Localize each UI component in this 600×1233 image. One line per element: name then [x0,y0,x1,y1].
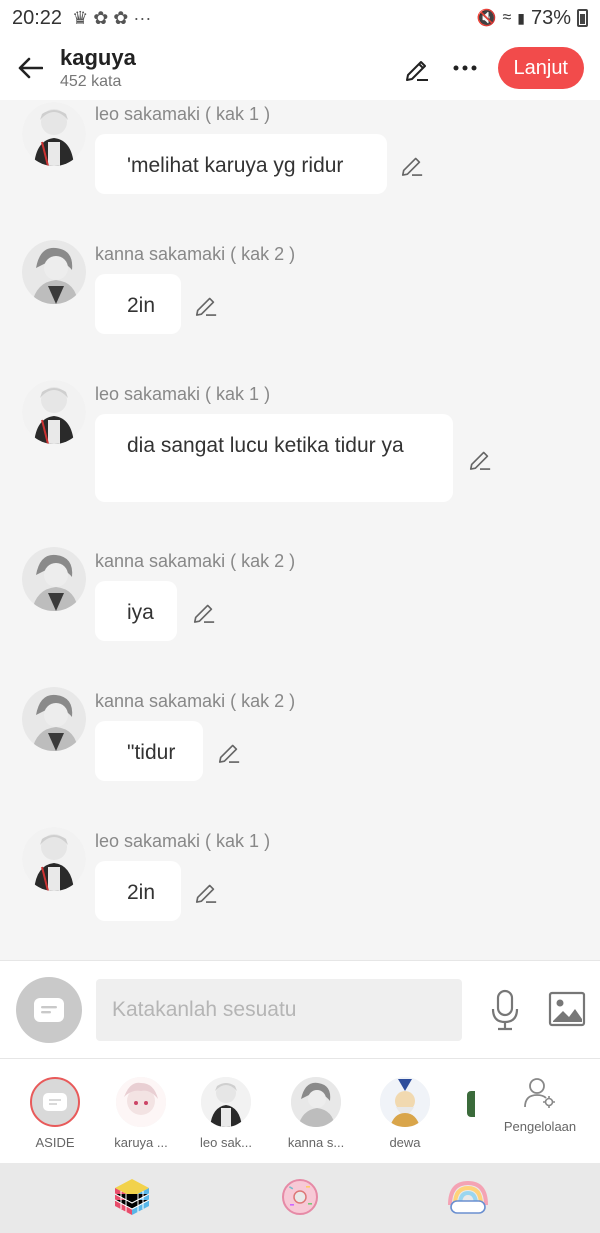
chat-area[interactable]: leo sakamaki ( kak 1 ) 'melihat karuya y… [0,100,600,960]
message-bubble[interactable]: "tidur [95,721,203,781]
character-dewa[interactable]: dewa [365,1077,445,1150]
battery-percent: 73% [530,6,571,29]
sender-name: kanna sakamaki ( kak 2 ) [95,551,296,571]
edit-pencil-icon[interactable] [402,53,432,83]
message-input[interactable] [96,979,462,1041]
mute-icon: 🔇 [476,10,497,27]
avatar-kanna[interactable] [22,687,86,751]
character-kanna[interactable]: kanna s... [276,1077,356,1150]
character-name: ASIDE [35,1135,75,1150]
sender-name: leo sakamaki ( kak 1 ) [95,831,271,851]
message-bubble[interactable]: 'melihat karuya yg ridur [95,134,387,194]
edit-message-icon[interactable] [194,879,220,905]
avatar-dewa [380,1077,430,1127]
notification-icons: ♛ ✿ ✿ ··· [72,7,152,28]
composer [0,960,600,1058]
wifi-icon: ≈ [502,9,512,26]
avatar-leo[interactable] [22,380,86,444]
more-options-icon[interactable] [450,53,480,83]
aside-icon [30,1077,80,1127]
character-name: kanna s... [287,1135,345,1150]
message-bubble[interactable]: iya [95,581,177,641]
sender-name: kanna sakamaki ( kak 2 ) [95,691,296,711]
edit-message-icon[interactable] [217,739,243,765]
signal-icon: ▮ [517,9,525,26]
character-name: leo sak... [199,1135,253,1150]
sender-name: kanna sakamaki ( kak 2 ) [95,244,296,264]
message-bubble[interactable]: dia sangat lucu ketika tidur ya [95,414,453,502]
manage-label: Pengelolaan [503,1119,577,1134]
message-bubble[interactable]: 2in [95,274,181,334]
sticker-bar [0,1163,600,1233]
character-aside[interactable]: ASIDE [15,1077,95,1150]
character-leo[interactable]: leo sak... [186,1077,266,1150]
next-button[interactable]: Lanjut [497,47,584,89]
image-upload-icon[interactable] [548,991,586,1027]
status-bar: 20:22 ♛ ✿ ✿ ··· 🔇 ≈ ▮ 73% [0,0,600,36]
donut-icon[interactable] [280,1177,320,1217]
sender-name: leo sakamaki ( kak 1 ) [95,384,271,404]
character-karuya[interactable]: karuya ... [101,1077,181,1150]
character-name: dewa [389,1135,421,1150]
manage-characters-button[interactable]: Pengelolaan [490,1077,590,1134]
microphone-icon[interactable] [488,989,522,1031]
avatar-leo[interactable] [22,102,86,166]
partial-avatar[interactable] [467,1091,475,1117]
sender-name: leo sakamaki ( kak 1 ) [95,104,271,124]
rubiks-cube-icon[interactable] [112,1177,152,1217]
message-bubble[interactable]: 2in [95,861,181,921]
yeah-rainbow-sticker-icon[interactable] [446,1177,490,1217]
page-title: kaguya [60,45,136,70]
edit-message-icon[interactable] [194,292,220,318]
user-settings-icon [524,1078,555,1108]
avatar-kanna [291,1077,341,1127]
character-selector: ASIDE karuya ... leo sak... kanna s... d… [0,1058,600,1163]
avatar-kanna[interactable] [22,240,86,304]
avatar-karuya [116,1077,166,1127]
battery-icon [577,9,588,27]
avatar-leo[interactable] [22,827,86,891]
edit-message-icon[interactable] [192,599,218,625]
edit-message-icon[interactable] [468,446,494,472]
character-name: karuya ... [114,1135,168,1150]
back-arrow-icon[interactable] [0,36,60,100]
status-time: 20:22 [12,6,63,29]
header: kaguya 452 kata Lanjut [0,36,600,100]
aside-toggle-button[interactable] [16,977,82,1043]
avatar-leo [201,1077,251,1127]
word-count: 452 kata [60,73,122,90]
avatar-kanna[interactable] [22,547,86,611]
edit-message-icon[interactable] [400,152,426,178]
